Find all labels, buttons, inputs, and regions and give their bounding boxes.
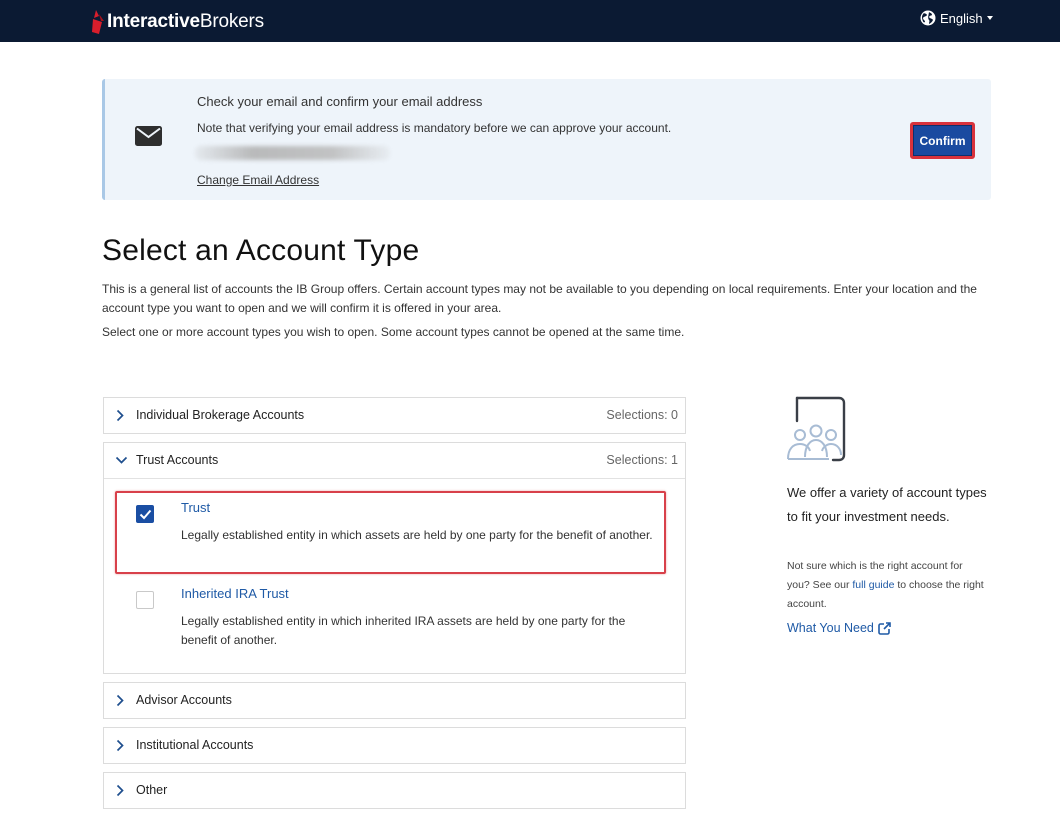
option-title[interactable]: Trust [181, 500, 210, 515]
language-selector[interactable]: English [920, 10, 993, 26]
inherited-ira-trust-checkbox[interactable] [136, 591, 154, 609]
chevron-right-icon [116, 739, 124, 752]
accordion-title: Trust Accounts [136, 453, 219, 467]
instruction-text: Select one or more account types you wis… [102, 325, 685, 339]
account-group-icon [787, 396, 846, 462]
accordion-title: Advisor Accounts [136, 693, 232, 707]
accordion-header-individual[interactable]: Individual Brokerage Accounts Selections… [104, 398, 685, 433]
accordion-header-advisor[interactable]: Advisor Accounts [104, 683, 685, 718]
full-guide-link[interactable]: full guide [852, 579, 894, 591]
selections-count: Selections: 0 [606, 408, 678, 422]
chevron-right-icon [116, 784, 124, 797]
accordion-title: Institutional Accounts [136, 738, 254, 752]
accordion-individual-brokerage: Individual Brokerage Accounts Selections… [103, 397, 686, 434]
envelope-icon [135, 126, 162, 146]
accordion-title: Other [136, 783, 168, 797]
page-title: Select an Account Type [102, 234, 420, 267]
redacted-email-address [195, 146, 390, 160]
ib-logo-icon [92, 10, 104, 34]
chevron-right-icon [116, 694, 124, 707]
external-link-icon [878, 621, 891, 635]
what-you-need-label: What You Need [787, 621, 874, 635]
accordion-advisor-accounts: Advisor Accounts [103, 682, 686, 719]
brand-name: InteractiveBrokers [107, 11, 264, 32]
accordion-header-institutional[interactable]: Institutional Accounts [104, 728, 685, 763]
top-navbar: InteractiveBrokers English [0, 0, 1060, 42]
option-trust[interactable]: Trust Legally established entity in whic… [104, 480, 685, 564]
chevron-right-icon [116, 409, 124, 422]
accordion-title: Individual Brokerage Accounts [136, 408, 305, 422]
banner-note: Note that verifying your email address i… [197, 121, 672, 135]
chevron-down-icon [115, 456, 128, 464]
accordion-header-trust[interactable]: Trust Accounts Selections: 1 [104, 443, 685, 478]
language-label: English [940, 10, 983, 26]
intro-text: This is a general list of accounts the I… [102, 282, 977, 315]
option-description: Legally established entity in which asse… [181, 528, 653, 542]
change-email-link[interactable]: Change Email Address [197, 173, 319, 187]
accordion-other: Other [103, 772, 686, 809]
side-panel-guide-text: Not sure which is the right account for … [787, 557, 987, 614]
caret-down-icon [986, 16, 993, 20]
accordion-trust-accounts: Trust Accounts Selections: 1 Trust Legal… [103, 442, 686, 674]
brand-logo[interactable]: InteractiveBrokers [90, 9, 264, 35]
side-panel-headline: We offer a variety of account types to f… [787, 485, 987, 524]
accordion-divider [104, 478, 685, 479]
what-you-need-link[interactable]: What You Need [787, 621, 891, 635]
option-inherited-ira-trust[interactable]: Inherited IRA Trust Legally established … [104, 567, 685, 657]
option-title[interactable]: Inherited IRA Trust [181, 586, 289, 601]
option-description: Legally established entity in which inhe… [181, 614, 626, 647]
accordion-header-other[interactable]: Other [104, 773, 685, 808]
email-confirm-banner: Check your email and confirm your email … [102, 79, 991, 200]
globe-icon [920, 10, 936, 26]
checkmark-icon [139, 509, 152, 520]
accordion-institutional-accounts: Institutional Accounts [103, 727, 686, 764]
confirm-button[interactable]: Confirm [910, 122, 975, 159]
trust-checkbox[interactable] [136, 505, 154, 523]
banner-title: Check your email and confirm your email … [197, 94, 483, 109]
selections-count: Selections: 1 [606, 453, 678, 467]
